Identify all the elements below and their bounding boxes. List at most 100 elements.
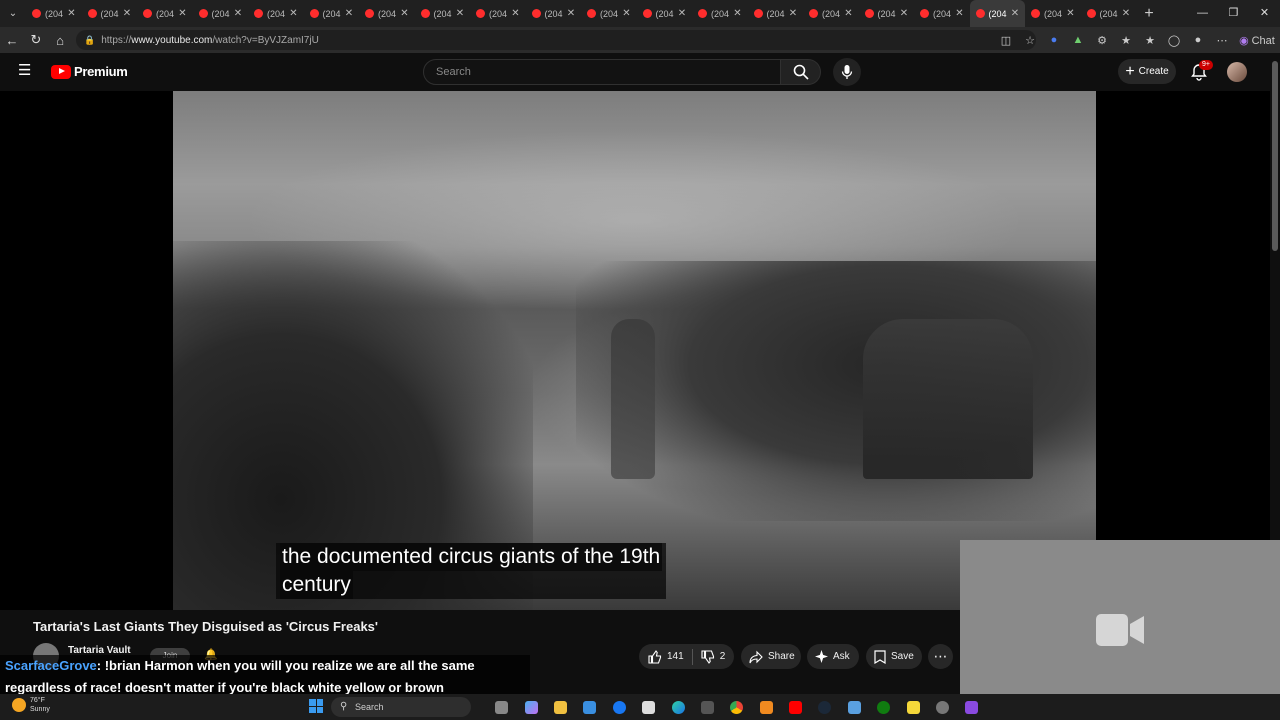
more-actions-button[interactable]: ⋯ (928, 644, 953, 669)
more-icon[interactable]: ⋯ (1210, 34, 1234, 47)
browser-tab[interactable]: (204 ✕ (859, 0, 915, 27)
close-tab-icon[interactable]: ✕ (399, 8, 411, 19)
settings-icon[interactable] (928, 697, 957, 717)
browser-tab[interactable]: (204 ✕ (415, 0, 471, 27)
home-icon[interactable]: ⌂ (48, 33, 72, 48)
calculator-icon[interactable] (693, 697, 722, 717)
close-tab-icon[interactable]: ✕ (288, 8, 300, 19)
browser-tab[interactable]: (204 ✕ (82, 0, 138, 27)
app-icon[interactable] (840, 697, 869, 717)
address-toolbar: ← ↻ ⌂ 🔒 https://www.youtube.com/watch?v=… (0, 27, 1280, 53)
youtube-icon[interactable] (781, 697, 810, 717)
search-input[interactable]: Search (423, 59, 781, 85)
new-tab-button[interactable]: + (1136, 5, 1162, 23)
youtube-logo[interactable]: Premium (51, 64, 128, 79)
app-icon[interactable] (957, 697, 986, 717)
browser-tab[interactable]: (204 ✕ (1025, 0, 1081, 27)
search-button[interactable] (781, 59, 821, 85)
url-bar[interactable]: 🔒 https://www.youtube.com/watch?v=ByVJZa… (76, 30, 1036, 50)
xbox-icon[interactable] (869, 697, 898, 717)
close-tab-icon[interactable]: ✕ (898, 8, 910, 19)
store-icon[interactable] (575, 697, 604, 717)
extension-icon[interactable]: ● (1042, 34, 1066, 46)
close-tab-icon[interactable]: ✕ (565, 8, 577, 19)
sticky-notes-icon[interactable] (898, 697, 927, 717)
collections-icon[interactable]: ★ (1138, 34, 1162, 47)
browser-tab[interactable]: (204 ✕ (470, 0, 526, 27)
weather-widget[interactable]: 76°F Sunny (12, 696, 50, 714)
browser-tab[interactable]: (204 ✕ (359, 0, 415, 27)
copilot-icon[interactable] (516, 697, 545, 717)
browser-tab[interactable]: (204 ✕ (526, 0, 582, 27)
split-screen-icon[interactable]: ◫ (994, 34, 1018, 47)
browser-tab[interactable]: (204 ✕ (193, 0, 249, 27)
create-button[interactable]: + Create (1118, 59, 1176, 84)
account-avatar[interactable] (1227, 62, 1247, 82)
voice-search-button[interactable] (833, 58, 861, 86)
shield-icon[interactable]: ◯ (1162, 34, 1186, 47)
browser-tab[interactable]: (204 ✕ (304, 0, 360, 27)
minimize-icon[interactable]: — (1187, 0, 1218, 27)
close-tab-icon[interactable]: ✕ (732, 8, 744, 19)
browser-tab[interactable]: (204 ✕ (581, 0, 637, 27)
back-icon[interactable]: ← (0, 33, 24, 48)
task-view-icon[interactable] (487, 697, 516, 717)
close-tab-icon[interactable]: ✕ (1120, 8, 1132, 19)
close-tab-icon[interactable]: ✕ (843, 8, 855, 19)
browser-tab[interactable]: (204 ✕ (969, 0, 1025, 27)
close-tab-icon[interactable]: ✕ (343, 8, 355, 19)
puzzle-icon[interactable]: ⚙ (1090, 34, 1114, 47)
dislike-icon[interactable] (701, 649, 715, 664)
browser-tab[interactable]: (204 ✕ (748, 0, 804, 27)
browser-tab[interactable]: (204 ✕ (803, 0, 859, 27)
copilot-chat-button[interactable]: ◉ Chat (1234, 34, 1280, 47)
restore-icon[interactable]: ❐ (1218, 0, 1249, 27)
close-tab-icon[interactable]: ✕ (1009, 8, 1021, 19)
close-window-icon[interactable]: ✕ (1249, 0, 1280, 27)
save-button[interactable]: Save (866, 644, 922, 669)
taskbar-apps (487, 697, 987, 717)
amazon-icon[interactable] (634, 697, 663, 717)
close-tab-icon[interactable]: ✕ (787, 8, 799, 19)
tab-actions-menu-icon[interactable]: ⌄ (0, 0, 26, 27)
like-count[interactable]: 141 (667, 651, 684, 662)
steam-icon[interactable] (810, 697, 839, 717)
file-explorer-icon[interactable] (546, 697, 575, 717)
chrome-icon[interactable] (722, 697, 751, 717)
close-tab-icon[interactable]: ✕ (676, 8, 688, 19)
browser-tab[interactable]: (204 ✕ (137, 0, 193, 27)
browser-tab[interactable]: (204 ✕ (26, 0, 82, 27)
close-tab-icon[interactable]: ✕ (121, 8, 133, 19)
favorite-star-icon[interactable]: ☆ (1018, 34, 1042, 47)
browser-tab[interactable]: (204 ✕ (692, 0, 748, 27)
profile-icon[interactable]: ● (1186, 34, 1210, 46)
vlc-icon[interactable] (752, 697, 781, 717)
close-tab-icon[interactable]: ✕ (1065, 8, 1077, 19)
close-tab-icon[interactable]: ✕ (66, 8, 78, 19)
close-tab-icon[interactable]: ✕ (454, 8, 466, 19)
share-button[interactable]: Share (741, 644, 801, 669)
scrollbar-thumb[interactable] (1272, 61, 1278, 251)
close-tab-icon[interactable]: ✕ (177, 8, 189, 19)
taskbar-search[interactable]: ⚲ Search (331, 697, 471, 717)
browser-tab[interactable]: (204 ✕ (248, 0, 304, 27)
favorites-icon[interactable]: ★ (1114, 34, 1138, 47)
close-tab-icon[interactable]: ✕ (510, 8, 522, 19)
windows-start-icon[interactable] (309, 699, 323, 713)
tab-label: (204 (156, 8, 175, 19)
browser-tab[interactable]: (204 ✕ (1081, 0, 1137, 27)
browser-tab[interactable]: (204 ✕ (914, 0, 970, 27)
close-tab-icon[interactable]: ✕ (232, 8, 244, 19)
extension-icon[interactable]: ▲ (1066, 34, 1090, 46)
ask-button[interactable]: Ask (807, 644, 859, 669)
close-tab-icon[interactable]: ✕ (954, 8, 966, 19)
browser-tab[interactable]: (204 ✕ (637, 0, 693, 27)
close-tab-icon[interactable]: ✕ (621, 8, 633, 19)
menu-icon[interactable]: ☰ (18, 63, 34, 78)
like-icon[interactable] (648, 649, 662, 664)
facebook-icon[interactable] (605, 697, 634, 717)
dislike-count[interactable]: 2 (720, 651, 726, 662)
reload-icon[interactable]: ↻ (24, 32, 48, 48)
edge-icon[interactable] (663, 697, 692, 717)
video-player[interactable]: the documented circus giants of the 19th… (0, 91, 1270, 610)
